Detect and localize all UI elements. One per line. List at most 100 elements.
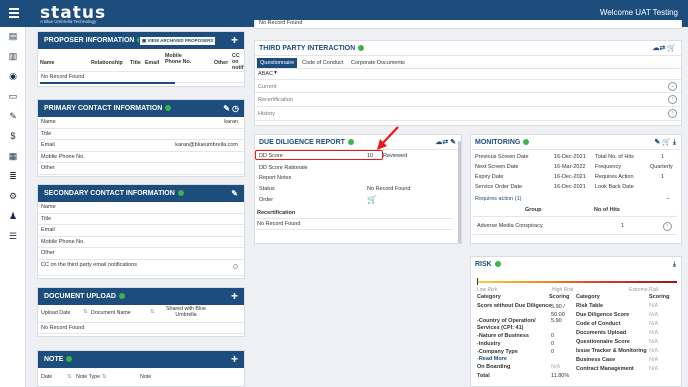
h-scrollbar[interactable] [40,82,175,84]
risk-label: -Industry [477,341,501,347]
tab-code-of-conduct[interactable]: Code of Conduct [302,58,343,68]
chevron-down-icon[interactable]: ⌄ [668,82,677,91]
mon-value: 1 [661,154,665,160]
tpi-row-history[interactable]: History › [255,107,681,121]
list-icon[interactable]: ☰ [7,230,19,242]
scrollbar[interactable] [458,141,461,243]
check-icon [177,190,184,197]
sort-icon[interactable]: ⇅ [83,309,87,315]
tpi-row-current[interactable]: Current ⌄ [255,79,681,93]
tpi-row-recert[interactable]: Recertification › [255,93,681,107]
eye-icon[interactable]: ◉ [7,70,19,82]
risk-label: Questionnaire Score [576,339,630,345]
scale-low: Low Risk [477,287,498,293]
read-more-link[interactable]: -Read More [477,356,507,362]
view-archived-button[interactable]: ▣ VIEW ARCHIVED PROPOSERS [139,36,217,46]
secondary-row: Name [38,202,244,214]
risk-value: 5.90 [551,318,562,324]
monitoring-header: MONITORING ✎ 🛒 ⤓ [471,135,681,150]
row-label: Current [258,84,277,90]
dashboard-icon[interactable]: ▤ [7,30,19,42]
risk-value: N/A [649,321,659,327]
download-icon[interactable]: ✎ 🛒 ⤓ [654,135,676,150]
sort-icon[interactable]: ⇅ [102,374,106,380]
cart-icon[interactable]: 🛒 [367,195,377,204]
stack-icon[interactable]: ≣ [7,170,19,182]
tab-corporate-documents[interactable]: Corporate Documents [351,58,405,68]
sort-icon[interactable]: ⇅ [150,309,154,315]
add-note-button[interactable]: + [231,351,238,368]
row-label: Mobile Phone No. [41,153,85,160]
cart-icon[interactable]: ☁⇄ 🛒 [652,41,676,56]
scoring-header: Scoring [649,294,670,300]
menu-icon[interactable] [9,8,19,18]
dollar-icon[interactable]: $ [7,130,19,142]
risk-label: Due Diligence Score [576,312,630,318]
mon-value: 16-Dec-2021 [554,174,586,180]
mon-label: Look Back Date [595,184,634,190]
row-value: karan [224,119,238,125]
abac-select[interactable]: ABAC ▼ [255,69,681,79]
chevron-down-icon[interactable]: ⌄ [666,195,671,201]
arrow-icon [377,126,399,150]
check-icon [523,139,530,146]
risk-value: N/A [649,312,659,318]
mon-value: 16-Dec-2021 [554,154,586,160]
edit-icon[interactable]: ✎ [231,185,238,202]
add-proposer-button[interactable]: + [231,32,238,49]
document-icon[interactable]: ▦ [7,150,19,162]
group-header: Group [525,207,542,213]
history-icon[interactable]: ◷ [232,100,239,117]
sidebar: ▤ ▥ ◉ ▭ ✎ $ ▦ ≣ ⚙ ♟ ☰ [0,27,26,387]
primary-row-title: Title [38,129,244,140]
monitor-icon[interactable]: ▭ [7,90,19,102]
chevron-right-icon[interactable]: › [668,109,677,118]
document-upload-panel: DOCUMENT UPLOAD + Upload Date ⇅ Document … [37,287,245,337]
empty-text: No Record Found [41,74,85,80]
cart-icon[interactable]: ☁⇄ ✎ [435,135,456,150]
chevron-right-icon[interactable]: › [663,222,672,231]
chevron-right-icon[interactable]: › [668,95,677,104]
mon-value: 16-Mar-2022 [554,164,586,170]
download-icon[interactable]: ⤓ [673,257,676,272]
empty-row: No Record Found [38,71,244,83]
col-other: Other [214,60,229,66]
risk-value: N/A [649,357,659,363]
tpi-header: THIRD PARTY INTERACTION ☁⇄ 🛒 [255,41,681,56]
col-relationship: Relationship [91,60,123,66]
requires-action-toggle[interactable]: Requires action (1) [475,196,521,202]
empty-text: No Record Found [41,325,85,331]
user-check-icon[interactable]: ♟ [7,210,19,222]
secondary-row-cc: CC on the third party email notification… [38,260,244,276]
row-label: Email [41,227,55,233]
building-icon[interactable]: ▥ [7,50,19,62]
primary-row-mobile: Mobile Phone No. [38,152,244,163]
col-note: Note [140,374,152,380]
row-label: Mobile Phone No. [41,238,85,245]
row-value: karan@blueumbrella.com [175,142,238,148]
secondary-row: Title [38,214,244,225]
col-upload-date: Upload Date [41,310,71,316]
scale-extreme: Extreme Risk [629,287,659,293]
risk-label: On Boarding [477,364,511,370]
add-document-button[interactable]: + [231,288,238,305]
sort-icon[interactable]: ⇅ [67,374,71,380]
risk-value: N/A [649,348,659,354]
mon-label: Previous Screen Date [475,154,529,160]
primary-contact-title: PRIMARY CONTACT INFORMATION [44,105,163,112]
gear-icon[interactable]: ⚙ [7,190,19,202]
cc-checkbox[interactable] [233,263,238,269]
risk-label: -Country of Operation/ Services (CPI: 41… [477,318,536,331]
pen-icon[interactable]: ✎ [7,110,19,122]
edit-icon[interactable]: ✎ [223,100,230,117]
primary-contact-panel: PRIMARY CONTACT INFORMATION ✎ ◷ Name kara… [37,99,245,177]
mon-label: Requires Action [595,174,634,180]
hits-header: No of Hits [594,207,620,213]
group-value: Adverse Media Conspiracy [477,223,543,229]
tab-questionnaire[interactable]: Questionnaire [257,58,298,68]
col-shared: Shared with Blue Umbrella [165,306,207,318]
col-email: Email [145,60,160,66]
welcome-user[interactable]: Welcome UAT Testing [600,8,678,17]
note-table-header: Date ⇅ Note Type ⇅ Note [38,368,244,383]
col-mobile: Mobile Phone No. [165,53,192,65]
